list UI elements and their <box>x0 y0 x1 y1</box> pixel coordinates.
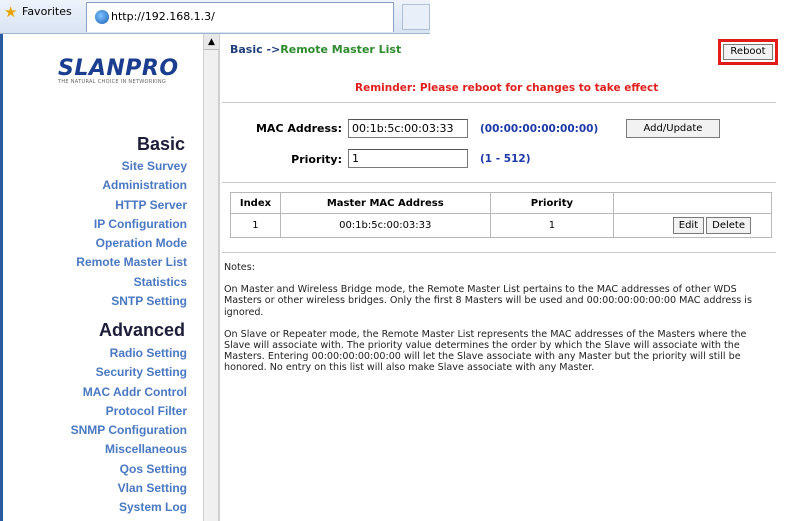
priority-input[interactable]: 1 <box>348 149 468 168</box>
table-row: 1 00:1b:5c:00:03:33 1 Edit Delete <box>230 213 772 238</box>
nav-sntp-setting[interactable]: SNTP Setting <box>76 292 187 311</box>
sidebar: SLANPRO THE NATURAL CHOICE IN NETWORKING… <box>0 34 197 521</box>
cell-mac: 00:1b:5c:00:03:33 <box>279 213 491 238</box>
cell-index: 1 <box>230 213 281 238</box>
col-priority: Priority <box>489 192 615 214</box>
nav-remote-master-list[interactable]: Remote Master List <box>76 253 187 272</box>
nav-miscellaneous[interactable]: Miscellaneous <box>71 440 187 459</box>
col-actions <box>613 192 772 214</box>
window-left-border <box>0 34 3 521</box>
nav-http-server[interactable]: HTTP Server <box>76 196 187 215</box>
col-master-mac: Master MAC Address <box>279 192 491 214</box>
divider <box>222 102 776 103</box>
logo-text: SLANPRO <box>58 56 179 81</box>
lanpro-logo: SLANPRO THE NATURAL CHOICE IN NETWORKING <box>58 56 188 92</box>
advanced-heading: Advanced <box>98 320 185 340</box>
priority-label: Priority: <box>291 153 342 166</box>
delete-button[interactable]: Delete <box>706 217 751 234</box>
nav-vlan-setting[interactable]: Vlan Setting <box>71 479 187 498</box>
ie-page-icon <box>95 10 109 24</box>
edit-button[interactable]: Edit <box>672 217 705 234</box>
browser-toolbar: ★ Favorites http://192.168.1.3/ <box>0 0 796 34</box>
add-update-button[interactable]: Add/Update <box>626 119 720 138</box>
nav-statistics[interactable]: Statistics <box>76 273 187 292</box>
col-index: Index <box>230 192 281 214</box>
main-content: Basic ->Remote Master List Reboot Remind… <box>222 34 782 521</box>
note-master-mode: On Master and Wireless Bridge mode, the … <box>224 284 752 318</box>
remote-master-table: Index Master MAC Address Priority 1 00:1… <box>230 192 772 238</box>
nav-protocol-filter[interactable]: Protocol Filter <box>71 402 187 421</box>
mac-format-hint: (00:00:00:00:00:00) <box>480 123 599 135</box>
sidebar-scrollbar[interactable]: ▲ <box>203 34 219 521</box>
table-header-row: Index Master MAC Address Priority <box>230 192 772 214</box>
basic-heading: Basic <box>136 134 185 154</box>
browser-tab[interactable]: http://192.168.1.3/ <box>86 2 394 32</box>
mac-address-input[interactable]: 00:1b:5c:00:03:33 <box>348 119 468 138</box>
favorites-bar: ★ Favorites http://192.168.1.3/ <box>0 0 430 34</box>
nav-operation-mode[interactable]: Operation Mode <box>76 234 187 253</box>
nav-mac-addr-control[interactable]: MAC Addr Control <box>71 383 187 402</box>
nav-radio-setting[interactable]: Radio Setting <box>71 344 187 363</box>
priority-range-hint: (1 - 512) <box>480 153 531 165</box>
nav-administration[interactable]: Administration <box>76 176 187 195</box>
advanced-nav: Radio Setting Security Setting MAC Addr … <box>71 344 187 518</box>
cell-actions: Edit Delete <box>613 213 772 238</box>
reboot-button[interactable]: Reboot <box>723 44 773 60</box>
nav-security-setting[interactable]: Security Setting <box>71 363 187 382</box>
reboot-reminder: Reminder: Please reboot for changes to t… <box>355 82 659 94</box>
cell-priority: 1 <box>489 213 615 238</box>
nav-ip-configuration[interactable]: IP Configuration <box>76 215 187 234</box>
favorites-label[interactable]: Favorites <box>22 5 72 18</box>
divider <box>222 182 776 183</box>
new-tab-button[interactable] <box>402 4 430 30</box>
nav-site-survey[interactable]: Site Survey <box>76 157 187 176</box>
basic-nav: Site Survey Administration HTTP Server I… <box>76 157 187 311</box>
mac-address-label: MAC Address: <box>255 122 342 135</box>
breadcrumb: Basic ->Remote Master List <box>230 43 401 56</box>
reboot-highlight-box: Reboot <box>718 39 778 65</box>
notes-title: Notes: <box>224 262 255 273</box>
divider <box>222 252 776 253</box>
nav-snmp-configuration[interactable]: SNMP Configuration <box>71 421 187 440</box>
notes-section: Notes: On Master and Wireless Bridge mod… <box>224 262 772 385</box>
frame-divider <box>219 34 220 521</box>
breadcrumb-current: Remote Master List <box>280 43 402 56</box>
tab-url: http://192.168.1.3/ <box>111 10 215 23</box>
nav-qos-setting[interactable]: Qos Setting <box>71 460 187 479</box>
favorites-star-icon[interactable]: ★ <box>4 4 20 20</box>
scroll-up-arrow-icon[interactable]: ▲ <box>204 34 219 50</box>
nav-system-log[interactable]: System Log <box>71 498 187 517</box>
breadcrumb-parent: Basic -> <box>230 43 281 56</box>
note-slave-mode: On Slave or Repeater mode, the Remote Ma… <box>224 328 747 374</box>
